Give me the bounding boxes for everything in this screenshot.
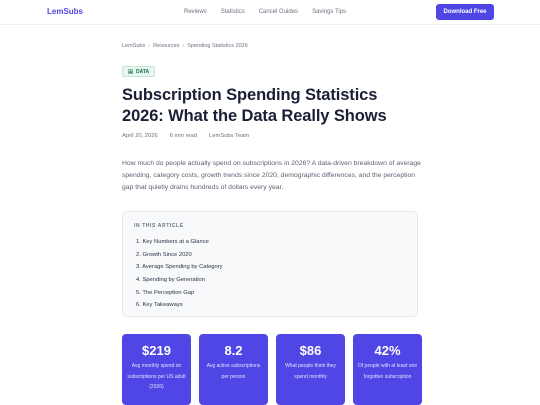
stat-label: Avg monthly spend on subscriptions per U…	[127, 363, 186, 390]
chart-icon	[128, 69, 133, 74]
toc-list: 1. Key Numbers at a Glance 2. Growth Sin…	[136, 236, 223, 312]
logo[interactable]: LemSubs	[47, 7, 83, 16]
toc-item-takeaways[interactable]: 6. Key Takeaways	[136, 299, 223, 312]
table-of-contents: IN THIS ARTICLE 1. Key Numbers at a Glan…	[122, 211, 418, 317]
toc-item-key-numbers[interactable]: 1. Key Numbers at a Glance	[136, 236, 223, 249]
stat-value: $219	[142, 343, 171, 358]
breadcrumb-home[interactable]: LemSubs	[122, 43, 145, 49]
nav-link-cancel-guides[interactable]: Cancel Guides	[259, 9, 298, 15]
stat-card-active-subscriptions: 8.2 Avg active subscriptions per person	[199, 334, 268, 405]
breadcrumb-current: Spending Statistics 2026	[187, 43, 248, 49]
toc-item-perception-gap[interactable]: 5. The Perception Gap	[136, 287, 223, 300]
toc-title: IN THIS ARTICLE	[134, 223, 184, 229]
toc-item-category-spending[interactable]: 3. Average Spending by Category	[136, 261, 223, 274]
article-meta: April 20, 2026 · 6 min read · LemSubs Te…	[122, 133, 249, 139]
stat-value: 42%	[374, 343, 401, 358]
breadcrumb-separator: ›	[182, 43, 185, 49]
breadcrumb: LemSubs › Resources › Spending Statistic…	[122, 43, 248, 49]
author: LemSubs Team	[209, 133, 250, 139]
category-badge: DATA	[122, 66, 156, 77]
meta-separator: ·	[162, 133, 165, 139]
page-title: Subscription Spending Statistics 2026: W…	[122, 86, 387, 125]
stat-label: What people think they spend monthly	[285, 363, 336, 380]
intro-paragraph: How much do people actually spend on sub…	[122, 160, 421, 191]
nav-link-statistics[interactable]: Statistics	[221, 9, 245, 15]
badge-label: DATA	[136, 68, 150, 75]
nav-link-reviews[interactable]: Reviews	[184, 9, 207, 15]
stat-card-monthly-spend: $219 Avg monthly spend on subscriptions …	[122, 334, 191, 405]
read-time: 6 min read	[169, 133, 198, 139]
download-button[interactable]: Download Free	[436, 4, 494, 20]
publish-date: April 20, 2026	[122, 133, 158, 139]
stat-cards: $219 Avg monthly spend on subscriptions …	[122, 334, 422, 405]
top-nav: LemSubs Reviews Statistics Cancel Guides…	[0, 0, 540, 25]
stat-value: 8.2	[224, 343, 243, 358]
toc-item-generation[interactable]: 4. Spending by Generation	[136, 274, 223, 287]
toc-item-growth[interactable]: 2. Growth Since 2020	[136, 249, 223, 262]
meta-separator: ·	[202, 133, 205, 139]
breadcrumb-resources[interactable]: Resources	[153, 43, 179, 49]
breadcrumb-separator: ›	[148, 43, 151, 49]
stat-card-perceived-spend: $86 What people think they spend monthly	[276, 334, 345, 405]
stat-value: $86	[299, 343, 322, 358]
nav-link-savings-tips[interactable]: Savings Tips	[312, 9, 346, 15]
stat-label: Of people with at least one forgotten su…	[357, 363, 418, 380]
stat-label: Avg active subscriptions per person	[206, 363, 261, 380]
nav-links: Reviews Statistics Cancel Guides Savings…	[184, 9, 346, 15]
stat-card-forgotten-subscription: 42% Of people with at least one forgotte…	[353, 334, 422, 405]
